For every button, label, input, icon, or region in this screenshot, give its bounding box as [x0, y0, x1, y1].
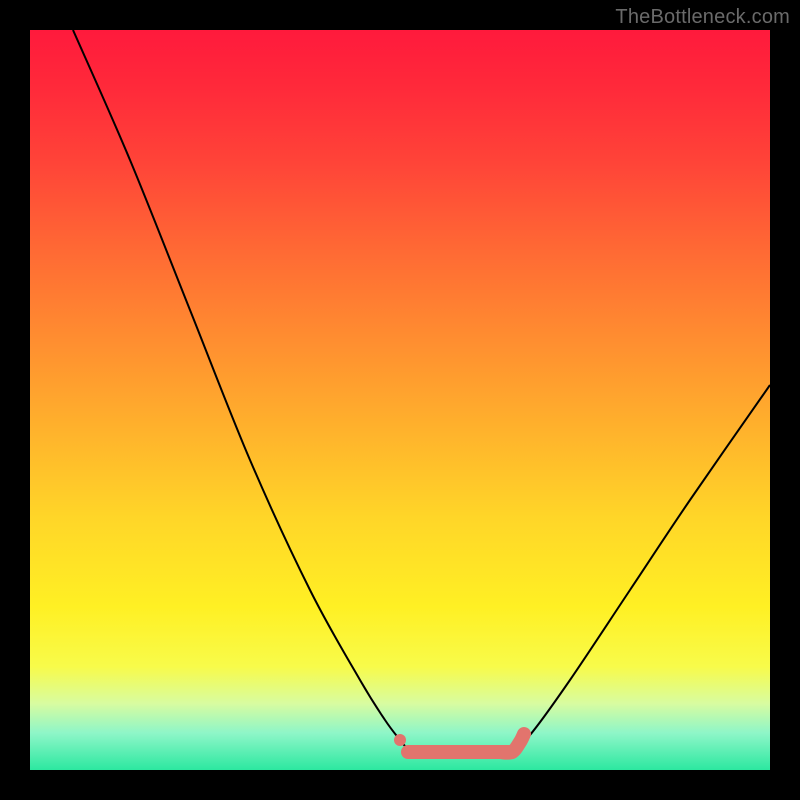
- chart-frame: TheBottleneck.com: [0, 0, 800, 800]
- watermark-text: TheBottleneck.com: [615, 6, 790, 29]
- right-curve: [510, 385, 770, 752]
- left-dot-marker: [394, 734, 406, 746]
- right-hook: [500, 734, 524, 753]
- left-curve: [73, 30, 410, 752]
- plot-area: [30, 30, 770, 770]
- chart-svg: [30, 30, 770, 770]
